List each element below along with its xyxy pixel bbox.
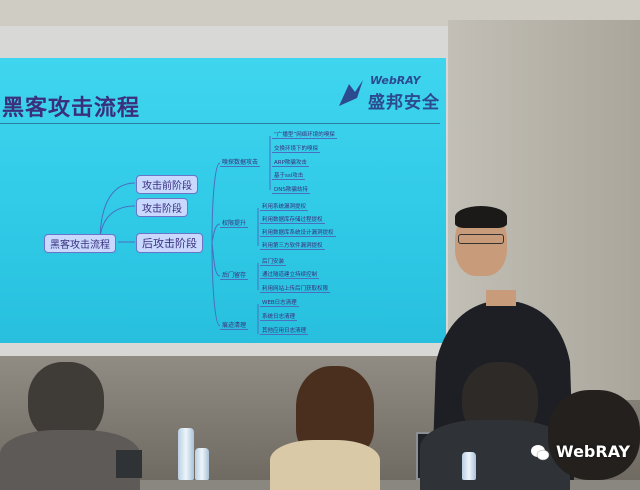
- audience-shoulders: [270, 440, 380, 490]
- mindmap-leaf: ARP欺骗攻击: [272, 160, 309, 167]
- mindmap-leaf: 系统日志清理: [260, 314, 298, 321]
- mindmap-leaf: “广播型”网络环境的嗅探: [272, 132, 337, 139]
- wechat-icon: [531, 445, 550, 461]
- water-bottle: [462, 452, 476, 480]
- mindmap-leaf: 利用系统漏洞提权: [260, 204, 309, 211]
- mindmap-phase-node: 后攻击阶段: [136, 233, 203, 253]
- mindmap-phase-node: 攻击前阶段: [136, 175, 198, 194]
- mindmap-phase-node: 攻击阶段: [136, 198, 188, 217]
- mindmap-leaf: 后门安装: [260, 259, 287, 266]
- mindmap-branch: 痕迹清理: [220, 322, 249, 330]
- mindmap-branch: 后门留存: [220, 272, 249, 280]
- mindmap-branch: 权限提升: [220, 220, 249, 228]
- projected-slide: 黑客攻击流程 WebRAY 盛邦安全 黑客攻击流程 攻击前阶段 攻击阶段 后攻击…: [0, 58, 446, 343]
- mindmap-root-node: 黑客攻击流程: [44, 234, 116, 253]
- mindmap-branch: 嗅探数据攻击: [220, 159, 261, 167]
- mindmap-leaf: 其他应用日志清理: [260, 328, 309, 335]
- mindmap-leaf: 通过隧道建立持续控制: [260, 272, 320, 279]
- mindmap-leaf: 交换环境下的嗅探: [272, 146, 321, 153]
- mindmap-leaf: 利用第三方软件漏洞提权: [260, 243, 325, 250]
- mindmap-leaf: DNS欺骗劫持: [272, 187, 310, 194]
- mindmap-leaf: 利用数据库系统设计漏洞提权: [260, 230, 336, 237]
- mindmap-leaf: 基于ssl攻击: [272, 173, 306, 180]
- watermark-text: WebRAY: [556, 442, 631, 461]
- water-bottle: [178, 428, 194, 480]
- audience-head: [548, 390, 640, 480]
- presenter-hair: [455, 206, 507, 228]
- mindmap-leaf: WEB日志清理: [260, 300, 299, 307]
- mindmap-leaf: 利用数据库存储过程提权: [260, 217, 325, 224]
- mindmap-leaf: 利用网站上传后门获取权限: [260, 286, 331, 293]
- mindmap-connectors: [99, 136, 271, 334]
- laptop: [116, 450, 142, 478]
- glasses-icon: [458, 234, 504, 244]
- water-bottle: [195, 448, 209, 480]
